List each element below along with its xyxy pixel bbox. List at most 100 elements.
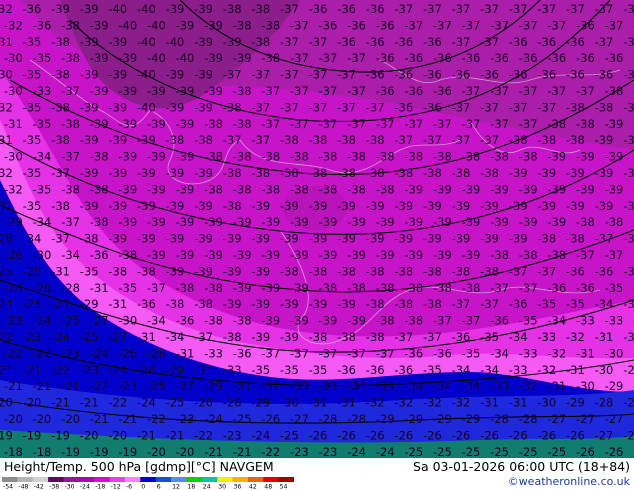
temperature-label: -36 (176, 314, 195, 328)
temperature-label: -37 (290, 84, 309, 98)
temperature-label: -39 (623, 100, 634, 114)
credit-link[interactable]: ©weatheronline.co.uk (508, 475, 630, 488)
legend-tick-label: 42 (249, 484, 257, 490)
temperature-label: -18 (33, 445, 52, 458)
temperature-label: -32 (394, 396, 413, 410)
temperature-label: -37 (61, 150, 80, 164)
temperature-label: -25 (547, 445, 566, 458)
legend-tick-label: -6 (126, 484, 132, 490)
temperature-label: -35 (23, 166, 42, 180)
temperature-label: -27 (623, 428, 634, 442)
legend-tick-label: 36 (234, 484, 242, 490)
temperature-label: -27 (90, 314, 109, 328)
temperature-label: -39 (108, 166, 127, 180)
temperature-label: -32 (0, 100, 13, 114)
temperature-label: -26 (4, 248, 23, 262)
temperature-label: -39 (166, 166, 185, 180)
temperature-label: -20 (0, 396, 13, 410)
temperature-label: -35 (309, 363, 328, 377)
temperature-label: -36 (423, 68, 442, 82)
temperature-label: -37 (452, 297, 471, 311)
temperature-label: -21 (90, 412, 109, 426)
temperature-label: -36 (595, 264, 614, 278)
temperature-label: -39 (519, 182, 538, 196)
temperature-label: -39 (108, 199, 127, 213)
temperature-label: -37 (309, 35, 328, 49)
temperature-label: -38 (509, 133, 528, 147)
temperature-label: -39 (280, 199, 299, 213)
temperature-label: -22 (51, 363, 70, 377)
legend-swatch (247, 477, 264, 482)
temperature-label: -37 (480, 100, 499, 114)
temperature-label: -38 (90, 182, 109, 196)
temperature-label: -39 (194, 166, 213, 180)
temperature-label: -39 (194, 2, 213, 16)
temperature-label: -39 (176, 248, 195, 262)
temperature-label: -38 (280, 133, 299, 147)
temperature-label: -35 (23, 100, 42, 114)
temperature-label: -38 (490, 150, 509, 164)
temperature-label: -39 (261, 314, 280, 328)
temperature-label: -37 (519, 281, 538, 295)
temperature-label: -39 (80, 35, 99, 49)
temperature-label: -39 (108, 68, 127, 82)
temperature-label: -27 (605, 412, 624, 426)
temperature-label: -37 (423, 330, 442, 344)
temperature-label: -27 (108, 330, 127, 344)
temperature-label: -39 (376, 215, 395, 229)
temperature-label: -39 (166, 100, 185, 114)
temperature-label: -39 (80, 133, 99, 147)
temperature-label: -30 (4, 150, 23, 164)
temperature-label: -36 (394, 363, 413, 377)
legend-swatch (186, 477, 203, 482)
temperature-label: -27 (51, 297, 70, 311)
temperature-label: -38 (261, 150, 280, 164)
temperature-label: -37 (595, 35, 614, 49)
temperature-label: -39 (223, 297, 242, 311)
temperature-label: -37 (376, 346, 395, 360)
temperature-label: -39 (204, 215, 223, 229)
temperature-label: -36 (423, 35, 442, 49)
temperature-label: -26 (194, 396, 213, 410)
temperature-label: -29 (204, 379, 223, 393)
temperature-label: -26 (118, 346, 137, 360)
temperature-label: -39 (623, 133, 634, 147)
legend-swatch (48, 477, 64, 482)
temperature-label: -36 (537, 68, 556, 82)
temperature-label: -39 (366, 232, 385, 246)
temperature-label: -34 (433, 379, 452, 393)
temperature-label: -39 (176, 182, 195, 196)
temperature-label: -30 (537, 396, 556, 410)
temperature-label: -26 (566, 428, 585, 442)
temperature-label: -38 (309, 133, 328, 147)
temperature-label: -38 (233, 182, 252, 196)
temperature-label: -28 (223, 396, 242, 410)
legend-tick-label: 12 (172, 484, 180, 490)
temperature-label: -30 (4, 51, 23, 65)
temperature-label: -36 (366, 363, 385, 377)
temperature-label: -36 (394, 68, 413, 82)
temperature-label: -40 (166, 35, 185, 49)
temperature-label: -28 (319, 412, 338, 426)
temperature-label: -21 (118, 412, 137, 426)
legend-swatch (201, 477, 218, 482)
temperature-label: -39 (80, 100, 99, 114)
temperature-label: -37 (309, 68, 328, 82)
temperature-label: -18 (4, 445, 23, 458)
temperature-label: -37 (290, 51, 309, 65)
temperature-label: -37 (452, 133, 471, 147)
temperature-label: -25 (462, 445, 481, 458)
temperature-label: -29 (404, 412, 423, 426)
temperature-label: -39 (147, 215, 166, 229)
temperature-label: -26 (423, 428, 442, 442)
temperature-label: -28 (61, 281, 80, 295)
temperature-label: -39 (452, 232, 471, 246)
temperature-label: -36 (509, 35, 528, 49)
temperature-label: -36 (376, 84, 395, 98)
temperature-label: -39 (376, 248, 395, 262)
temperature-label: -37 (223, 133, 242, 147)
temperature-label: -39 (90, 117, 109, 131)
temperature-label: -38 (376, 182, 395, 196)
temperature-label: -39 (261, 248, 280, 262)
temperature-label: -29 (462, 412, 481, 426)
